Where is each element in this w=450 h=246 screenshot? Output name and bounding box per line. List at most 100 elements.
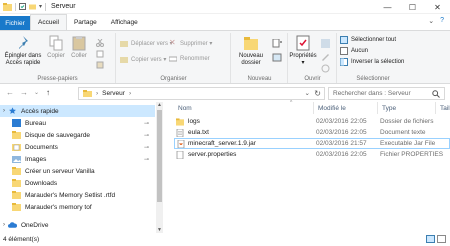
search-input[interactable]: Rechercher dans : Serveur	[328, 87, 445, 100]
file-row[interactable]: logs 02/03/2016 22:05 Dossier de fichier…	[174, 116, 450, 127]
folder-icon	[176, 117, 184, 126]
pin-quick-access-button[interactable]: Épingler dans Accès rapide	[2, 35, 44, 67]
breadcrumb-serveur[interactable]: Serveur	[102, 90, 125, 97]
move-to-button[interactable]: Déplacer vers ▾	[120, 39, 173, 47]
address-bar[interactable]: › Serveur › ⌄ ↻	[78, 87, 325, 100]
select-none-button[interactable]: Aucun	[340, 47, 368, 55]
copy-path-icon[interactable]	[96, 50, 104, 58]
tab-share[interactable]: Partage	[67, 14, 104, 30]
delete-button[interactable]: ✕ Supprimer ▾	[169, 39, 212, 47]
sidebar-item-memory-tof[interactable]: Marauder's memory tof	[0, 201, 155, 213]
properties-button[interactable]: Propriétés ▾	[289, 35, 317, 67]
nav-scrollbar[interactable]: ▲ ▼	[156, 102, 163, 233]
paste-button[interactable]: Coller	[68, 35, 90, 60]
file-row[interactable]: server.properties 02/03/2016 22:05 Fichi…	[174, 149, 450, 160]
copy-to-button[interactable]: Copier vers ▾	[120, 55, 166, 63]
breadcrumb-separator[interactable]: ›	[129, 90, 131, 97]
text-file-icon	[176, 128, 184, 137]
cut-icon[interactable]	[96, 39, 104, 47]
sidebar-item-onedrive[interactable]: › OneDrive	[0, 219, 155, 231]
file-row[interactable]: minecraft_server.1.9.jar 02/03/2016 21:5…	[174, 138, 450, 149]
rename-button[interactable]: Renommer	[169, 55, 210, 63]
pin-icon[interactable]: ⊸	[144, 156, 149, 163]
scrollbar-thumb[interactable]	[157, 110, 162, 202]
large-icons-view-icon[interactable]	[437, 235, 446, 243]
pin-icon	[19, 36, 28, 49]
column-header-name[interactable]: Nom	[174, 102, 314, 114]
rename-icon	[169, 56, 177, 62]
address-dropdown-icon[interactable]: ⌄	[305, 89, 310, 97]
new-folder-button[interactable]: Nouveau dossier	[234, 35, 268, 67]
recent-locations-button[interactable]: ⌄	[34, 89, 39, 96]
invert-selection-button[interactable]: Inverser la sélection	[340, 58, 404, 66]
sidebar-item-bureau[interactable]: Bureau ⊸	[0, 117, 155, 129]
column-header-type[interactable]: Type	[378, 102, 436, 114]
pin-icon[interactable]: ⊸	[144, 144, 149, 151]
sidebar-item-downloads[interactable]: Downloads	[0, 177, 155, 189]
copy-button[interactable]: Copier	[44, 35, 68, 60]
new-folder-quick-icon[interactable]	[29, 3, 36, 10]
file-name: logs	[188, 118, 200, 125]
new-item-icon[interactable]	[272, 39, 282, 48]
item-count: 4 élément(s)	[3, 236, 40, 243]
select-none-icon	[340, 47, 348, 55]
tab-view[interactable]: Affichage	[104, 14, 145, 30]
file-date: 02/03/2016 22:05	[316, 118, 367, 125]
select-all-button[interactable]: Sélectionner tout	[340, 36, 396, 44]
column-header-date[interactable]: Modifié le	[314, 102, 378, 114]
tab-home[interactable]: Accueil	[30, 14, 67, 30]
properties-icon	[296, 35, 310, 51]
tab-file[interactable]: Fichier	[0, 16, 30, 30]
close-button[interactable]: ✕	[425, 0, 450, 14]
sidebar-item-documents[interactable]: Documents ⊸	[0, 141, 155, 153]
scroll-up-arrow-icon[interactable]: ▲	[156, 102, 163, 108]
sidebar-item-creer-serveur[interactable]: Créer un serveur Vanilla	[0, 165, 155, 177]
sidebar-item-setlist[interactable]: Marauder's Memory Setlist .rtfd	[0, 189, 155, 201]
sidebar-item-disque-de-sauvegarde[interactable]: Disque de sauvegarde ⊸	[0, 129, 155, 141]
search-icon	[432, 89, 440, 98]
open-group: Propriétés ▾ Ouvrir	[289, 33, 337, 83]
expand-ribbon-icon[interactable]: ⌄	[428, 17, 434, 25]
back-button[interactable]: ←	[6, 88, 14, 97]
file-type: Fichier PROPERTIES	[380, 151, 444, 158]
folder-icon	[12, 131, 21, 139]
refresh-icon[interactable]: ↻	[314, 89, 321, 98]
file-list: ^ Nom Modifié le Type Taille logs 02/03/…	[164, 100, 450, 233]
open-group-label: Ouvrir	[304, 76, 321, 82]
easy-access-icon[interactable]	[272, 53, 282, 62]
column-header-size[interactable]: Taille	[436, 102, 450, 114]
file-type: Dossier de fichiers	[380, 118, 434, 125]
pin-icon[interactable]: ⊸	[144, 132, 149, 139]
maximize-button[interactable]: ☐	[400, 0, 425, 14]
edit-icon[interactable]	[321, 52, 330, 61]
breadcrumb-separator[interactable]: ›	[96, 90, 98, 97]
details-view-icon[interactable]	[426, 235, 435, 243]
sidebar-item-quick-access[interactable]: › Accès rapide	[0, 105, 155, 117]
expand-arrow-icon[interactable]: ›	[0, 222, 8, 228]
minimize-button[interactable]: —	[375, 0, 400, 14]
new-group: Nouveau dossier Nouveau	[232, 33, 288, 83]
clipboard-group-label: Presse-papiers	[37, 76, 78, 82]
navigation-pane: › Accès rapide Bureau ⊸ Disque de sauveg…	[0, 102, 162, 233]
open-icon[interactable]	[321, 39, 330, 48]
help-icon[interactable]: ?	[440, 17, 444, 25]
invert-selection-icon	[340, 58, 348, 66]
delete-icon: ✕	[169, 38, 176, 47]
copy-icon	[49, 35, 63, 51]
file-date: 02/03/2016 22:05	[316, 129, 367, 136]
file-name: eula.txt	[188, 129, 209, 136]
forward-button[interactable]: →	[20, 88, 28, 97]
pin-icon[interactable]: ⊸	[144, 120, 149, 127]
expand-arrow-icon[interactable]: ›	[0, 108, 8, 114]
quick-access-dropdown-icon[interactable]: ▾	[39, 3, 42, 10]
paste-shortcut-icon[interactable]	[96, 61, 104, 69]
folder-icon	[83, 90, 92, 97]
paste-icon	[72, 36, 86, 51]
sidebar-item-images[interactable]: Images ⊸	[0, 153, 155, 165]
address-row: ← → ⌄ ↑ › Serveur › ⌄ ↻ Rechercher dans …	[0, 84, 450, 102]
file-row[interactable]: eula.txt 02/03/2016 22:05 Document texte	[174, 127, 450, 138]
history-icon[interactable]	[321, 64, 330, 73]
up-button[interactable]: ↑	[46, 88, 50, 97]
folder-icon	[12, 203, 21, 211]
properties-quick-icon[interactable]	[19, 3, 26, 10]
